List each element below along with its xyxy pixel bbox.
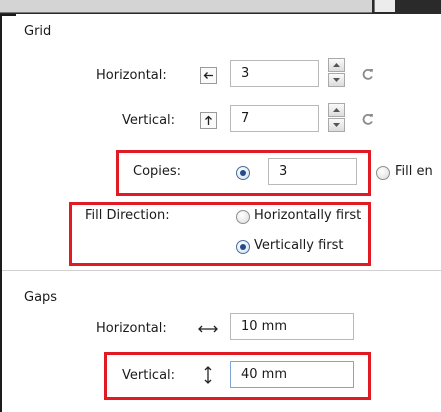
arrow-up-icon [200, 112, 217, 129]
spin-down-button[interactable] [328, 118, 345, 132]
fill-direction-label: Fill Direction: [85, 208, 170, 223]
double-arrow-horizontal-icon [196, 321, 220, 337]
gaps-section-title: Gaps [24, 290, 58, 305]
fill-entire-radio[interactable] [376, 166, 390, 180]
grid-horizontal-spinner[interactable] [328, 58, 345, 89]
copies-label: Copies: [133, 164, 182, 179]
spin-up-button[interactable] [328, 58, 345, 72]
title-bar-segment [0, 0, 372, 13]
gaps-vertical-input[interactable]: 40 mm [230, 361, 354, 388]
section-divider [2, 270, 441, 271]
reset-icon[interactable] [361, 67, 375, 81]
vertically-first-label[interactable]: Vertically first [254, 238, 344, 254]
grid-vertical-spinner[interactable] [328, 103, 345, 134]
title-bar-control [374, 0, 395, 12]
fill-entire-label: Fill en [395, 164, 433, 179]
vertically-first-radio[interactable] [236, 240, 250, 254]
gaps-horizontal-label: Horizontal: [96, 321, 167, 336]
grid-vertical-label: Vertical: [122, 113, 176, 128]
gaps-vertical-label: Vertical: [122, 368, 176, 383]
copies-radio[interactable] [236, 166, 250, 180]
double-arrow-vertical-icon [202, 364, 214, 386]
panel-left-border [0, 14, 2, 412]
panel-top-left-border [0, 14, 16, 16]
horizontally-first-label[interactable]: Horizontally first [254, 208, 361, 224]
grid-vertical-input[interactable]: 7 [230, 105, 319, 132]
horizontally-first-radio[interactable] [236, 210, 250, 224]
window-top-strip [0, 0, 441, 14]
grid-horizontal-input[interactable]: 3 [230, 60, 319, 87]
spin-up-button[interactable] [328, 103, 345, 117]
grid-section-title: Grid [24, 24, 52, 39]
copies-input[interactable]: 3 [268, 158, 357, 185]
grid-horizontal-label: Horizontal: [96, 68, 167, 83]
reset-icon[interactable] [361, 112, 375, 126]
arrow-left-icon [200, 67, 217, 84]
spin-down-button[interactable] [328, 73, 345, 87]
gaps-horizontal-input[interactable]: 10 mm [230, 313, 354, 340]
